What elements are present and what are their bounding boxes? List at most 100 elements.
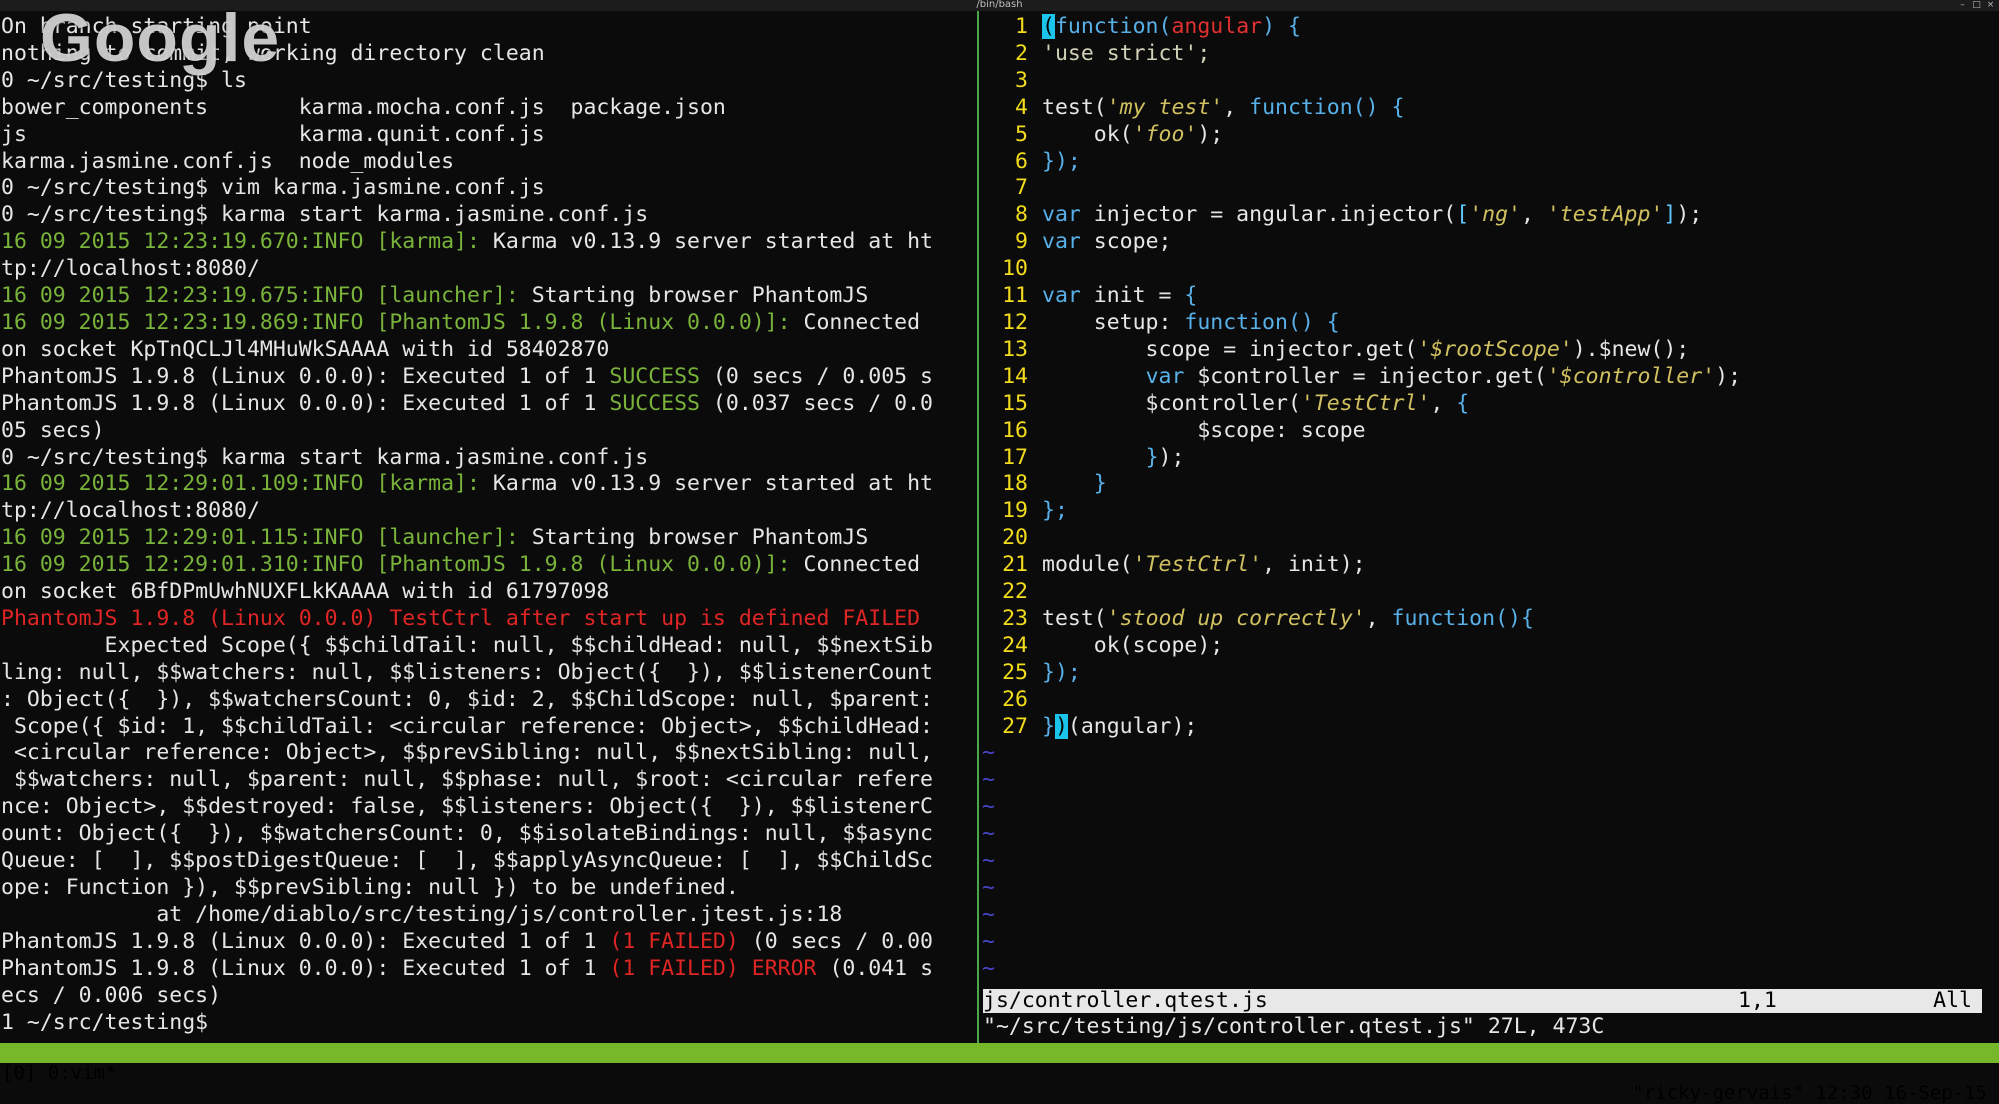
code-token: $controller = injector.get( [1184,363,1547,389]
code-token: init = [1080,283,1185,309]
line-number: 26 [1002,686,1028,712]
line-number: 6 [1015,148,1028,174]
terminal-line: <circular reference: Object>, $$prevSibl… [1,740,971,767]
tmux-host-clock: "ricky-gervais" 12:30 16-Sep-15 [1632,1082,1987,1104]
minimize-icon[interactable]: – [1958,1,1967,10]
terminal-line: js karma.qunit.conf.js [1,122,971,149]
terminal-text: PhantomJS 1.9.8 (Linux 0.0.0): Executed … [1,928,610,954]
terminal-text: Karma v0.13.9 server started at ht [492,229,933,255]
cursor-bracket-highlight: ) [1054,713,1068,739]
terminal-text: Connected [803,552,921,578]
terminal-text: nce: Object>, $$destroyed: false, $$list… [1,794,933,820]
code-token: var [1145,363,1185,389]
terminal-line: tp://localhost:8080/ [1,256,971,283]
terminal-text: $$watchers: null, $parent: null, $$phase… [1,767,933,793]
line-number: 9 [1015,229,1028,255]
terminal-text: tp://localhost:8080/ [1,498,260,524]
code-token: ok( [1042,121,1133,147]
line-number: 10 [1002,256,1028,282]
terminal-text: 16 09 2015 12:23:19.869:INFO [PhantomJS … [1,309,804,335]
line-number: 23 [1002,605,1028,631]
code-line: 23 test('stood up correctly', function(){ [982,606,1997,633]
line-number: 4 [1015,94,1028,120]
line-number: 17 [1002,444,1028,470]
code-line: 25}); [982,660,1997,687]
code-line: 12 setup: function() { [982,310,1997,337]
code-token: angular [1171,14,1263,39]
code-token: , [1365,605,1392,631]
close-icon[interactable]: × [1986,1,1995,10]
terminal-text: 0 ~/src/testing$ karma start karma.jasmi… [1,444,649,470]
code-line: 26 [982,687,1997,714]
vim-command-line[interactable]: "~/src/testing/js/controller.qtest.js" 2… [983,1014,1604,1040]
code-token: } [1145,444,1159,470]
line-number: 7 [1015,175,1028,201]
code-token: 'TestCtrl' [1300,390,1431,416]
code-line: 7 [982,175,1997,202]
terminal-line: ope: Function }), $$prevSibling: null })… [1,875,971,902]
code-token: , init); [1262,552,1366,578]
code-line: 18 } [982,471,1997,498]
code-token: scope; [1080,229,1172,255]
code-token: } [1093,471,1107,497]
code-token: module( [1042,552,1133,578]
code-token: 'use strict'; [1042,40,1211,66]
code-line: 8 var injector = angular.injector(['ng', … [982,202,1997,229]
empty-buffer-marker: ~ [982,767,995,793]
code-line: 20 [982,525,1997,552]
vim-editor-pane[interactable]: 1 (function(angular) {2'use strict'; 3 4 tes… [982,14,1997,974]
terminal-line: PhantomJS 1.9.8 (Linux 0.0.0): Executed … [1,391,971,418]
terminal-line: Queue: [ ], $$postDigestQueue: [ ], $$ap… [1,848,971,875]
code-line: 22 [982,579,1997,606]
code-token: ( [1158,14,1172,39]
terminal-text: ling: null, $$watchers: null, $$listener… [1,659,933,685]
code-line: 11 var init = { [982,283,1997,310]
terminal-line: : Object({ }), $$watchersCount: 0, $id: … [1,687,971,714]
terminal-line: tp://localhost:8080/ [1,498,971,525]
line-number: 27 [1002,713,1028,739]
terminal-line: 05 secs) [1,418,971,445]
terminal-line: PhantomJS 1.9.8 (Linux 0.0.0) TestCtrl a… [1,606,971,633]
terminal-pane-bash[interactable]: On branch starting point nothing to commi… [1,14,971,1034]
terminal-text: Scope({ $id: 1, $$childTail: <circular r… [1,713,933,739]
terminal-line: 16 09 2015 12:23:19.869:INFO [PhantomJS … [1,310,971,337]
window-titlebar: /bin/bash – □ × [0,0,1999,11]
line-number: 1 [1015,14,1028,39]
terminal-line: PhantomJS 1.9.8 (Linux 0.0.0): Executed … [1,956,971,983]
line-number: 21 [1002,552,1028,578]
terminal-line: 0 ~/src/testing$ vim karma.jasmine.conf.… [1,175,971,202]
terminal-text: (1 FAILED) [609,955,739,981]
terminal-line: $$watchers: null, $parent: null, $$phase… [1,767,971,794]
code-token: function [1184,309,1288,335]
terminal-text: (0 secs / 0.00 [738,928,933,954]
line-number: 3 [1015,67,1028,93]
terminal-text: Karma v0.13.9 server started at ht [492,471,933,497]
terminal-text: SUCCESS [609,363,700,389]
terminal-text: (1 FAILED) [609,928,739,954]
terminal-text: ope: Function }), $$prevSibling: null })… [1,875,739,900]
terminal-text: Starting browser PhantomJS [531,283,869,309]
code-token: function [1391,605,1496,631]
terminal-line: 1 ~/src/testing$ [1,1010,971,1034]
code-token: ).$new(); [1572,336,1690,362]
terminal-text: tp://localhost:8080/ [1,256,260,282]
terminal-text: 16 09 2015 12:23:19.675:INFO [launcher]: [1,283,532,309]
terminal-text: (0 secs / 0.005 s [699,363,933,389]
terminal-text: : Object({ }), $$watchersCount: 0, $id: … [1,686,933,712]
code-line: 14 var $controller = injector.get('$cont… [982,364,1997,391]
code-line: 16 $scope: scope [982,418,1997,445]
code-token: var [1042,229,1081,255]
maximize-icon[interactable]: □ [1972,1,1981,10]
terminal-line: ecs / 0.006 secs) [1,983,971,1010]
terminal-line: nce: Object>, $$destroyed: false, $$list… [1,794,971,821]
code-token: [ [1456,202,1470,228]
line-number: 13 [1002,336,1028,362]
terminal-text: bower_components karma.mocha.conf.js pac… [1,94,726,120]
code-token: , [1520,202,1547,228]
tmux-window-list[interactable]: [0] 0:vim* [2,1063,116,1083]
pane-divider[interactable] [977,11,979,1043]
terminal-text: PhantomJS 1.9.8 (Linux 0.0.0): Executed … [1,955,610,981]
terminal-text: <circular reference: Object>, $$prevSibl… [1,740,933,766]
empty-buffer-marker: ~ [982,955,995,974]
